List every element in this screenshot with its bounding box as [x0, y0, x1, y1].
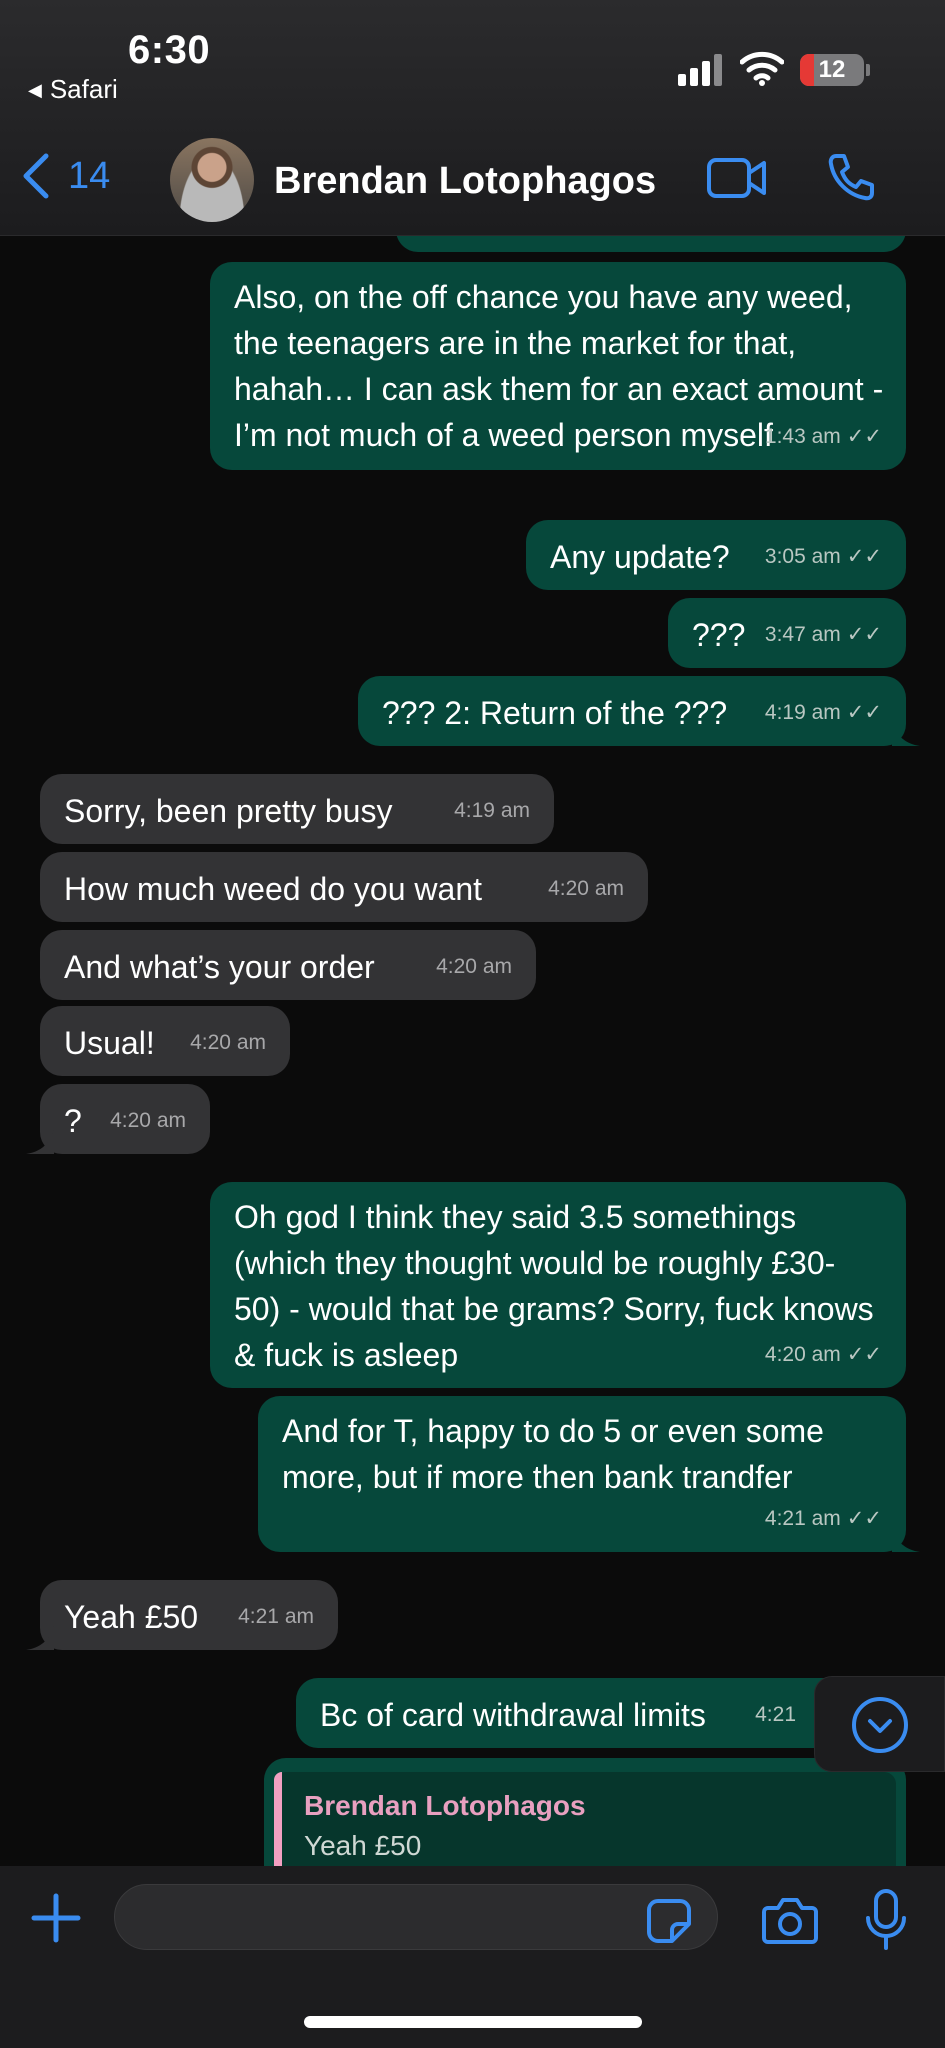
- chevron-down-icon: [852, 1697, 908, 1753]
- bubble-tail: [26, 1130, 54, 1154]
- plus-icon[interactable]: [30, 1892, 82, 1944]
- unread-count: 14: [68, 154, 111, 197]
- message-outgoing[interactable]: And for T, happy to do 5 or even some mo…: [258, 1396, 920, 1552]
- message-text: ?: [64, 1103, 82, 1139]
- read-ticks-icon: ✓✓: [846, 701, 882, 724]
- message-text: Usual!: [64, 1025, 155, 1061]
- message-text: Sorry, been pretty busy: [64, 793, 393, 829]
- status-time: 6:30: [128, 28, 211, 72]
- home-indicator: [304, 2016, 642, 2028]
- message-incoming[interactable]: Sorry, been pretty busy 4:19 am: [40, 774, 554, 844]
- bubble-tail: [892, 722, 920, 746]
- message-text: How much weed do you want: [64, 871, 482, 907]
- chevron-left-icon: [23, 153, 49, 199]
- quoted-text: Yeah £50: [304, 1830, 422, 1861]
- message-incoming[interactable]: ? 4:20 am: [26, 1084, 210, 1154]
- message-text: Yeah £50: [64, 1599, 199, 1635]
- signal-icon: [678, 52, 722, 86]
- message-time: 4:20 am: [436, 955, 512, 978]
- message-text: And for T, happy to do 5 or even some mo…: [282, 1413, 824, 1495]
- message-incoming[interactable]: How much weed do you want 4:20 am: [40, 852, 648, 922]
- message-incoming[interactable]: And what’s your order 4:20 am: [40, 930, 536, 1000]
- message-list[interactable]: Also, on the off chance you have any wee…: [0, 236, 945, 1866]
- message-text: ???: [692, 617, 746, 653]
- read-ticks-icon: ✓✓: [846, 545, 882, 568]
- back-to-safari[interactable]: ◀ Safari: [28, 74, 118, 105]
- message-input[interactable]: [114, 1884, 718, 1950]
- message-time: 4:20 am: [764, 1343, 841, 1366]
- message-text: ??? 2: Return of the ???: [382, 695, 728, 731]
- bubble-tail: [26, 1626, 54, 1650]
- message-time: 1:43 am: [764, 425, 841, 448]
- camera-icon[interactable]: [762, 1896, 818, 1944]
- message-time: 3:05 am: [764, 545, 841, 568]
- bubble-tail: [892, 1528, 920, 1552]
- microphone-icon[interactable]: [864, 1888, 908, 1952]
- message-text: Any update?: [550, 539, 730, 575]
- message-time: 4:19 am: [764, 701, 841, 724]
- quoted-sender: Brendan Lotophagos: [304, 1790, 586, 1821]
- message-time: 3:47 am: [764, 623, 841, 646]
- message-text: Bc of card withdrawal limits: [320, 1697, 706, 1733]
- video-call-icon[interactable]: [706, 156, 768, 200]
- message-outgoing[interactable]: ??? 3:47 am ✓✓: [668, 598, 906, 668]
- message-outgoing-reply[interactable]: Brendan Lotophagos Yeah £50: [264, 1758, 906, 1866]
- message-time: 4:20 am: [548, 877, 624, 900]
- message-outgoing[interactable]: Any update? 3:05 am ✓✓: [526, 520, 906, 590]
- chat-header: 6:30 ◀ Safari 12 14 Brendan Lotophagos: [0, 0, 945, 236]
- avatar[interactable]: [170, 138, 254, 222]
- read-ticks-icon: ✓✓: [846, 623, 882, 646]
- sticker-icon[interactable]: [646, 1898, 692, 1944]
- message-incoming[interactable]: Yeah £50 4:21 am: [26, 1580, 338, 1650]
- battery-icon: 12: [800, 54, 864, 86]
- scroll-to-bottom-button[interactable]: [814, 1676, 945, 1772]
- message-outgoing[interactable]: [396, 236, 906, 252]
- message-time: 4:21 am: [764, 1507, 841, 1530]
- back-button[interactable]: 14: [20, 152, 110, 200]
- message-time: 4:21: [755, 1703, 796, 1726]
- compose-bar: [0, 1866, 945, 2048]
- message-time: 4:20 am: [190, 1031, 266, 1054]
- read-ticks-icon: ✓✓: [846, 425, 882, 448]
- battery-nub: [866, 64, 870, 76]
- message-incoming[interactable]: Usual! 4:20 am: [40, 1006, 290, 1076]
- read-ticks-icon: ✓✓: [846, 1507, 882, 1530]
- quoted-message[interactable]: Brendan Lotophagos Yeah £50: [274, 1772, 896, 1866]
- message-outgoing[interactable]: Oh god I think they said 3.5 somethings …: [210, 1182, 906, 1388]
- message-outgoing[interactable]: ??? 2: Return of the ??? 4:19 am ✓✓: [358, 676, 920, 746]
- phone-call-icon[interactable]: [826, 152, 876, 202]
- battery-level: 12: [818, 56, 846, 83]
- contact-name[interactable]: Brendan Lotophagos: [274, 160, 656, 203]
- message-time: 4:20 am: [110, 1109, 186, 1132]
- back-app-label: Safari: [49, 74, 118, 104]
- back-triangle-icon: ◀: [28, 80, 42, 100]
- message-time: 4:21 am: [238, 1605, 314, 1628]
- read-ticks-icon: ✓✓: [846, 1343, 882, 1366]
- message-time: 4:19 am: [454, 799, 530, 822]
- message-outgoing[interactable]: Also, on the off chance you have any wee…: [210, 262, 906, 470]
- message-text: And what’s your order: [64, 949, 375, 985]
- wifi-icon: [740, 51, 784, 86]
